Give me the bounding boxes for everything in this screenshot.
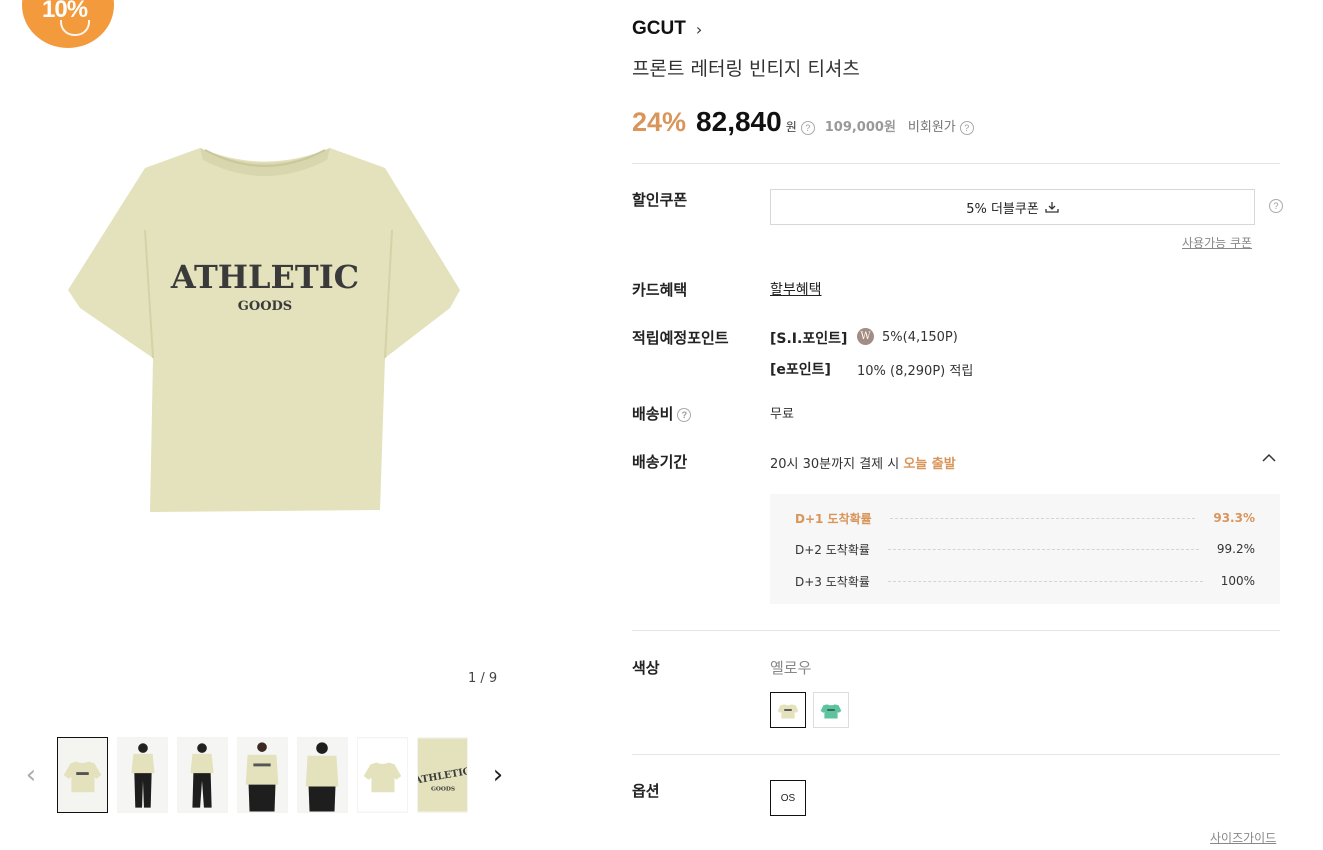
option-os-label: OS xyxy=(780,792,796,804)
member-price-label: 비회원가 xyxy=(907,120,956,135)
product-title: 프론트 레터링 빈티지 티셔츠 xyxy=(632,58,860,80)
chevron-up-icon[interactable] xyxy=(1262,450,1276,466)
sale-price: 82,840 xyxy=(696,106,782,137)
card-benefit-label: 카드혜택 xyxy=(632,281,688,299)
image-counter: 1 / 9 xyxy=(468,671,498,686)
selected-color: 옐로우 xyxy=(770,659,812,677)
print-line-1: ATHLETIC xyxy=(170,258,359,296)
shipping-fee-value: 무료 xyxy=(770,407,794,422)
thumbnail-3[interactable] xyxy=(177,737,228,813)
shipping-help-icon[interactable]: ? xyxy=(677,407,692,422)
coupon-label: 할인쿠폰 xyxy=(632,191,688,209)
divider xyxy=(632,163,1280,164)
delivery-row: D+1 도착확률 93.3% xyxy=(795,508,1255,528)
points-label: 적립예정포인트 xyxy=(632,329,729,347)
thumbnail-strip: ATHLETIC GOODS xyxy=(57,737,468,813)
delivery-row: D+3 도착확률 100% xyxy=(795,571,1255,591)
main-product-image[interactable]: ATHLETIC GOODS xyxy=(40,120,500,540)
print-line-2: GOODS xyxy=(238,299,292,314)
thumbnail-5[interactable] xyxy=(297,737,348,813)
option-label: 옵션 xyxy=(632,782,660,800)
delivery-period-label: 배송기간 xyxy=(632,453,688,471)
member-price-help-icon[interactable]: ? xyxy=(959,121,974,135)
thumb-next-arrow-icon[interactable]: › xyxy=(487,760,509,790)
e-point-label: [e포인트] xyxy=(770,362,831,378)
discount-badge: 10% xyxy=(22,0,114,48)
delivery-info-prefix: 20시 30분까지 결제 시 xyxy=(770,457,904,472)
badge-arrow-icon xyxy=(60,20,90,36)
delivery-info: 20시 30분까지 결제 시 오늘 출발 xyxy=(770,453,956,472)
download-icon xyxy=(1045,202,1059,213)
leader-dots xyxy=(887,580,1203,582)
coupon-download-button[interactable]: 5% 더블쿠폰 xyxy=(770,189,1255,225)
thumbnail-2[interactable] xyxy=(117,737,168,813)
thumbnail-1[interactable] xyxy=(57,737,108,813)
coupon-button-label: 5% 더블쿠폰 xyxy=(966,201,1039,217)
shipping-fee-label: 배송비? xyxy=(632,403,692,424)
leader-dots xyxy=(889,517,1196,519)
price-help-icon[interactable]: ? xyxy=(800,121,815,135)
leader-dots xyxy=(887,548,1199,550)
thumbnail-4[interactable] xyxy=(237,737,288,813)
delivery-row-label: D+1 도착확률 xyxy=(795,511,872,526)
divider xyxy=(632,630,1280,631)
e-point-value: 10% (8,290P) 적립 xyxy=(857,364,974,379)
delivery-row-value: 100% xyxy=(1220,574,1255,588)
delivery-row-value: 93.3% xyxy=(1213,511,1255,525)
thumbnail-7[interactable]: ATHLETIC GOODS xyxy=(417,737,468,813)
shipping-fee-label-text: 배송비 xyxy=(632,405,674,423)
brand-link[interactable]: GCUT › xyxy=(632,18,702,40)
size-guide-link[interactable]: 사이즈가이드 xyxy=(1210,829,1276,846)
coupon-help-icon[interactable]: ? xyxy=(1269,199,1283,213)
installment-benefit-link[interactable]: 할부혜택 xyxy=(770,279,822,299)
thumb-print-line-2: GOODS xyxy=(431,786,455,792)
delivery-row-label: D+3 도착확률 xyxy=(795,574,870,589)
currency-unit: 원 xyxy=(785,120,797,134)
color-swatch-green[interactable] xyxy=(813,692,849,728)
w-point-icon: W xyxy=(857,328,874,345)
color-swatch-yellow[interactable] xyxy=(770,692,806,728)
original-price: 109,000원 xyxy=(824,120,896,135)
delivery-probability-box: D+1 도착확률 93.3% D+2 도착확률 99.2% D+3 도착확률 1… xyxy=(770,494,1280,604)
chevron-right-icon: › xyxy=(695,19,703,39)
delivery-row: D+2 도착확률 99.2% xyxy=(795,539,1255,559)
delivery-row-label: D+2 도착확률 xyxy=(795,542,870,557)
thumb-prev-arrow-icon[interactable]: ‹ xyxy=(20,760,42,790)
delivery-today: 오늘 출발 xyxy=(903,457,956,472)
option-os-button[interactable]: OS xyxy=(770,780,806,816)
discount-rate: 24% xyxy=(632,107,687,137)
si-point-value: 5%(4,150P) xyxy=(882,330,958,345)
thumbnail-6[interactable] xyxy=(357,737,408,813)
brand-name[interactable]: GCUT xyxy=(632,18,686,40)
usable-coupon-link[interactable]: 사용가능 쿠폰 xyxy=(1182,234,1252,251)
divider xyxy=(632,754,1280,755)
price-row: 24% 82,840 원 ? 109,000원 비회원가 ? xyxy=(632,106,974,138)
color-label: 색상 xyxy=(632,659,660,677)
si-point-label: [S.I.포인트] xyxy=(770,331,848,347)
delivery-row-value: 99.2% xyxy=(1216,542,1255,556)
